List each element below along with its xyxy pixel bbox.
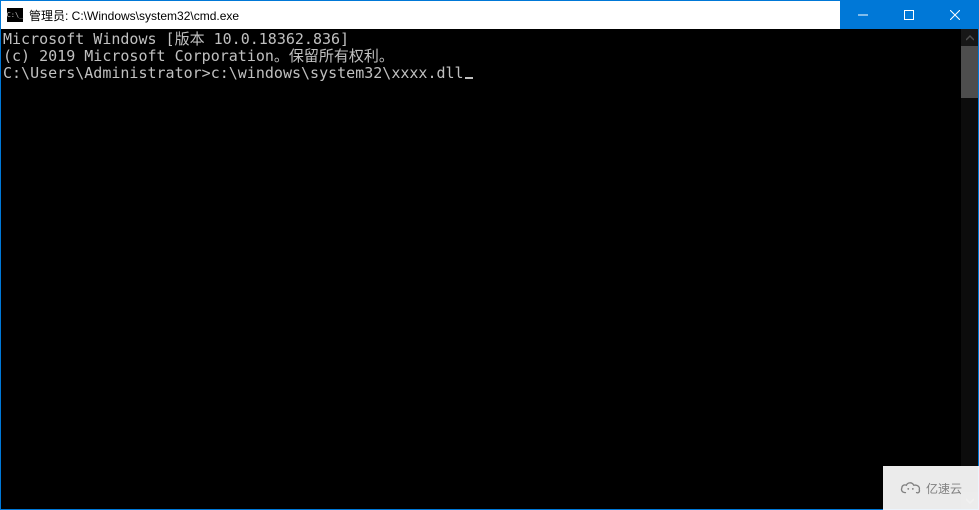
cmd-icon <box>7 8 23 22</box>
output-line: Microsoft Windows [版本 10.0.18362.836] <box>3 31 961 48</box>
vertical-scrollbar[interactable] <box>961 29 978 509</box>
close-button[interactable] <box>932 1 978 29</box>
cmd-window: 管理员: C:\Windows\system32\cmd.exe Microso… <box>0 0 979 510</box>
maximize-button[interactable] <box>886 1 932 29</box>
close-icon <box>950 10 960 20</box>
cursor <box>465 77 473 79</box>
output-line: (c) 2019 Microsoft Corporation。保留所有权利。 <box>3 48 961 65</box>
window-controls <box>840 1 978 29</box>
window-title: 管理员: C:\Windows\system32\cmd.exe <box>29 7 840 24</box>
titlebar[interactable]: 管理员: C:\Windows\system32\cmd.exe <box>1 1 978 29</box>
command-input[interactable]: c:\windows\system32\xxxx.dll <box>211 64 464 82</box>
prompt-line: C:\Users\Administrator>c:\windows\system… <box>3 65 961 82</box>
minimize-icon <box>858 10 868 20</box>
scroll-down-button[interactable] <box>961 492 978 509</box>
minimize-button[interactable] <box>840 1 886 29</box>
prompt: C:\Users\Administrator> <box>3 64 211 82</box>
chevron-up-icon <box>966 34 974 42</box>
chevron-down-icon <box>966 497 974 505</box>
terminal-output[interactable]: Microsoft Windows [版本 10.0.18362.836](c)… <box>1 29 961 509</box>
scroll-thumb[interactable] <box>961 46 978 98</box>
maximize-icon <box>904 10 914 20</box>
terminal-area: Microsoft Windows [版本 10.0.18362.836](c)… <box>1 29 978 509</box>
scroll-up-button[interactable] <box>961 29 978 46</box>
